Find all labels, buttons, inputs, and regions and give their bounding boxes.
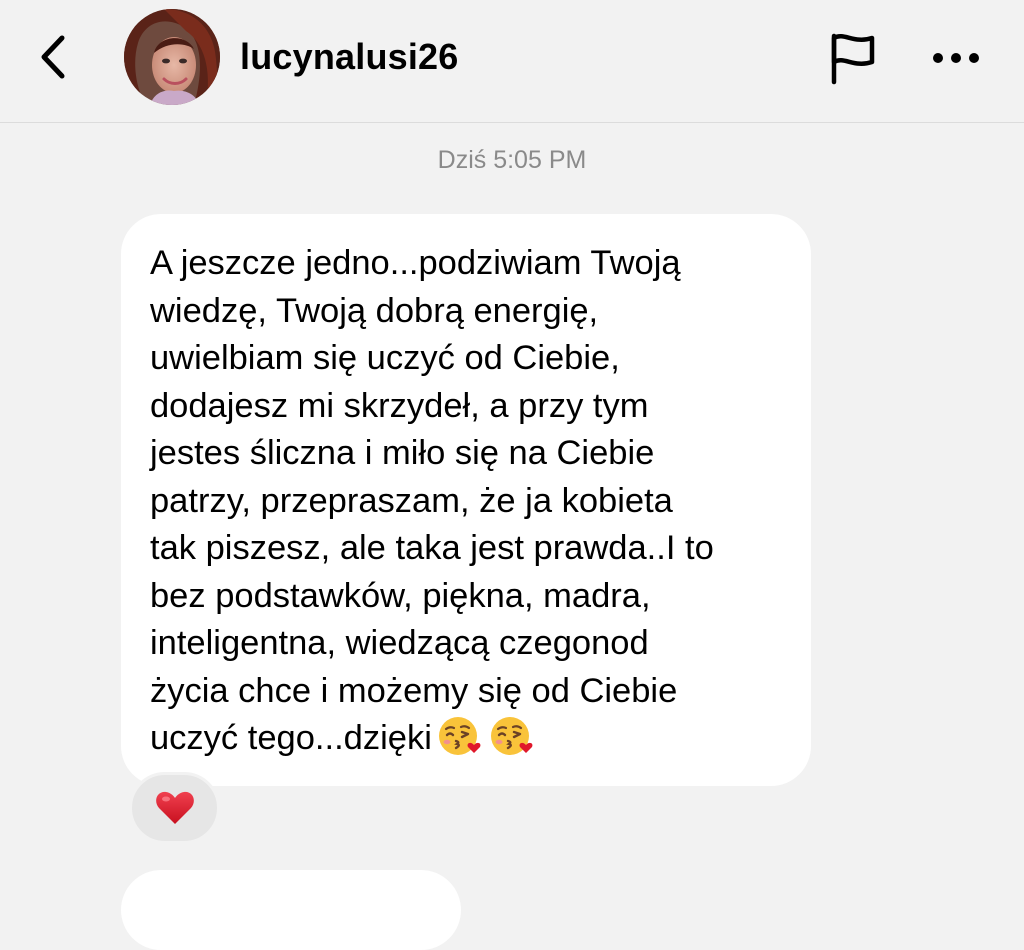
message-line-text: uczyć tego...dzięki (150, 719, 432, 757)
avatar[interactable] (124, 9, 220, 105)
back-button[interactable] (28, 30, 78, 84)
chevron-left-icon (41, 35, 65, 79)
message-bubble[interactable]: A jeszcze jedno...podziwiam Twoją wiedzę… (121, 214, 811, 786)
more-horizontal-icon (933, 53, 979, 63)
message-line: wiedzę, Twoją dobrą energię, (150, 291, 599, 330)
message-line: dodajesz mi skrzydeł, a przy tym (150, 386, 649, 425)
message-timestamp: Dziś 5:05 PM (437, 146, 587, 174)
message-line-last: uczyć tego...dzięki (150, 715, 787, 763)
kiss-emoji-icon (490, 717, 533, 755)
message-line: A jeszcze jedno...podziwiam Twoją (150, 244, 681, 282)
chat-header: lucynalusi26 (0, 0, 1024, 123)
next-message-bubble[interactable] (121, 870, 461, 950)
message-line: uwielbiam się uczyć od Ciebie, (150, 339, 620, 377)
heart-icon (155, 791, 194, 824)
message-line: jestes śliczna i miło się na Ciebie (150, 434, 655, 472)
username[interactable]: lucynalusi26 (240, 36, 459, 78)
message-line: bez podstawków, piękna, madra, (150, 576, 651, 615)
message-line: tak piszesz, ale taka jest prawda..I to (150, 529, 714, 567)
profile-photo (124, 9, 220, 105)
heart-reaction[interactable] (129, 772, 220, 844)
message-line: życia chce i możemy się od Ciebie (150, 671, 678, 710)
more-options-button[interactable] (926, 36, 986, 80)
report-button[interactable] (824, 30, 882, 88)
message-line: patrzy, przepraszam, że ja kobieta (150, 481, 673, 520)
flag-icon (831, 33, 875, 85)
kiss-emoji-icon (438, 717, 481, 755)
message-line: inteligentna, wiedzącą czegonod (150, 624, 649, 662)
